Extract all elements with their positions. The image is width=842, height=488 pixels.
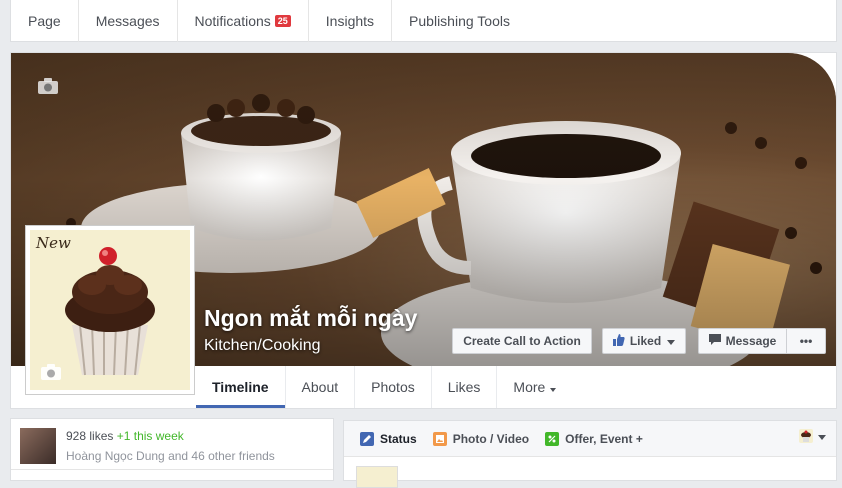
friends-avatar[interactable] (20, 428, 56, 464)
tab-timeline-label: Timeline (212, 379, 269, 395)
nav-publishing-tools[interactable]: Publishing Tools (392, 0, 527, 42)
composer-tab-offer-event[interactable]: Offer, Event + (545, 431, 643, 446)
likes-summary: 928 likes +1 this week (66, 429, 184, 443)
nav-page[interactable]: Page (11, 0, 79, 42)
likes-count: 928 likes (66, 429, 114, 443)
cover-camera-icon[interactable] (37, 77, 59, 98)
nav-insights[interactable]: Insights (309, 0, 393, 42)
create-call-to-action-button[interactable]: Create Call to Action (452, 328, 592, 354)
profile-picture[interactable]: New (25, 225, 195, 395)
cover-card: New Ngon mắt mỗi ngày Kitchen/Cooking Cr… (10, 52, 837, 409)
nav-page-label: Page (28, 12, 61, 29)
page-top-nav: Page Messages Notifications 25 Insights P… (10, 0, 837, 42)
message-icon (708, 333, 721, 349)
page-name[interactable]: Ngon mắt mỗi ngày (204, 305, 417, 332)
composer-tab-status[interactable]: Status (360, 431, 417, 446)
message-button[interactable]: Message (698, 328, 786, 354)
liked-label: Liked (629, 334, 662, 348)
cta-label: Create Call to Action (463, 334, 581, 348)
nav-notifications[interactable]: Notifications 25 (178, 0, 309, 42)
liked-button[interactable]: Liked (602, 328, 686, 354)
page-category[interactable]: Kitchen/Cooking (204, 337, 321, 355)
tab-more-label: More (513, 379, 546, 395)
likes-delta: +1 this week (116, 429, 184, 443)
caret-down-icon (550, 379, 557, 395)
pencil-icon (360, 431, 374, 446)
chevron-down-icon (818, 429, 826, 443)
notifications-badge: 25 (274, 14, 291, 27)
profile-camera-icon[interactable] (40, 363, 62, 384)
more-dots: ••• (799, 334, 813, 348)
composer-tab-photo-video[interactable]: Photo / Video (432, 431, 530, 446)
profile-image: New (30, 230, 190, 390)
nav-notifications-label: Notifications (194, 12, 271, 29)
tab-more[interactable]: More (497, 366, 572, 408)
message-label: Message (725, 334, 777, 348)
composer-tab-offer-event-label: Offer, Event + (565, 431, 643, 446)
tab-likes-label: Likes (447, 379, 481, 395)
tab-about-label: About (301, 379, 339, 395)
posting-as-selector[interactable] (799, 429, 826, 443)
composer-tab-status-label: Status (380, 431, 417, 446)
composer-page-thumbnail (356, 466, 398, 488)
tab-about[interactable]: About (286, 366, 356, 408)
chevron-down-icon (667, 334, 676, 348)
page-tabs: Timeline About Photos Likes More (196, 366, 572, 408)
nav-messages[interactable]: Messages (79, 0, 178, 42)
more-options-button[interactable]: ••• (786, 328, 826, 354)
likes-card: 928 likes +1 this week Hoàng Ngọc Dung a… (10, 418, 334, 481)
offer-icon (545, 431, 560, 446)
photo-icon (432, 431, 447, 446)
post-composer: Status Photo / Video Offer, Event + (343, 420, 837, 488)
tab-timeline[interactable]: Timeline (196, 366, 286, 408)
tab-photos-label: Photos (371, 379, 415, 395)
nav-publishing-tools-label: Publishing Tools (409, 12, 510, 29)
tab-likes[interactable]: Likes (432, 366, 498, 408)
nav-insights-label: Insights (325, 12, 375, 29)
thumbs-up-icon (612, 333, 625, 349)
composer-tabs: Status Photo / Video Offer, Event + (344, 421, 836, 457)
friends-who-like[interactable]: Hoàng Ngọc Dung and 46 other friends (66, 449, 275, 463)
page-avatar-icon (799, 429, 813, 443)
composer-tab-photo-video-label: Photo / Video (452, 431, 530, 446)
tab-photos[interactable]: Photos (355, 366, 432, 408)
divider (11, 469, 333, 470)
nav-messages-label: Messages (95, 12, 160, 29)
